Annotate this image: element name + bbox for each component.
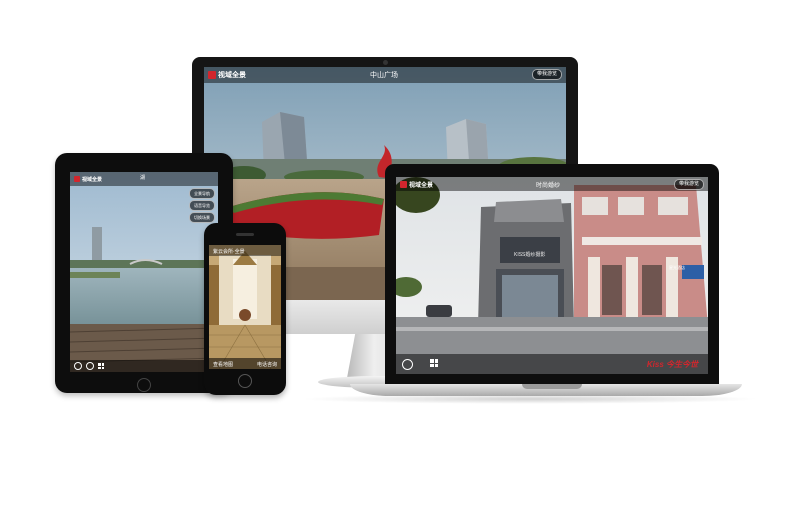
laptop-right-sign: 星光酒店 — [669, 265, 685, 270]
laptop-tour-button[interactable]: 带我游览 — [673, 179, 704, 190]
phone-header-text: 紫云会所·全景 — [213, 249, 245, 255]
monitor-top-bar: 视域全景 中山广场 带我游览 — [204, 67, 566, 83]
monitor-logo: 视域全景 — [208, 70, 246, 80]
home-button-icon[interactable] — [137, 378, 151, 392]
laptop-panorama-scene — [396, 177, 708, 374]
laptop-top-bar: 视域全景 时尚婚纱 带我游览 — [396, 177, 708, 191]
laptop-scene-title: 时尚婚纱 — [536, 183, 561, 189]
tablet-side-button-scene[interactable]: 切换场景 — [189, 212, 215, 223]
logo-text: 视域全景 — [409, 182, 434, 189]
thumbnails-icon[interactable] — [430, 359, 438, 367]
monitor-camera-icon — [383, 60, 388, 65]
tablet-top-bar: 视域全景 湖 — [70, 172, 218, 186]
tablet-panorama-view[interactable]: 视域全景 湖 全景导航 语音导览 切换场景 — [70, 172, 218, 372]
thumbnails-icon[interactable] — [98, 363, 104, 369]
monitor-scene-title: 中山广场 — [370, 72, 398, 79]
tablet-bottom-bar — [70, 360, 218, 372]
phone-call-link[interactable]: 电话咨询 — [257, 361, 277, 368]
home-button-icon[interactable] — [238, 374, 252, 388]
logo-mark-icon — [400, 180, 407, 188]
laptop-logo: 视域全景 — [400, 179, 433, 189]
phone-speaker — [236, 233, 254, 236]
logo-mark-icon — [208, 71, 216, 79]
tablet-scene-title: 湖 — [140, 175, 146, 181]
camera-icon[interactable] — [86, 362, 94, 370]
laptop-notch — [522, 384, 582, 389]
phone-bottom-bar: 查看地图 电话咨询 — [209, 358, 281, 369]
laptop-shop-sign: KISS婚纱摄影 — [514, 252, 546, 258]
laptop-panorama-view[interactable]: KISS婚纱摄影 星光酒店 视域全景 时尚婚纱 带我游览 Kiss 今生今世 — [396, 177, 708, 374]
tablet-side-button-nav[interactable]: 全景导航 — [189, 188, 215, 199]
phone-panorama-scene — [209, 245, 281, 369]
play-icon[interactable] — [74, 362, 82, 370]
logo-text: 视域全景 — [218, 72, 246, 79]
laptop-watermark: Kiss 今生今世 — [646, 360, 698, 369]
phone-panorama-view[interactable]: 紫云会所·全景 查看地图 电话咨询 — [209, 245, 281, 369]
play-icon[interactable] — [402, 359, 413, 370]
monitor-tour-button[interactable]: 带我游览 — [531, 69, 562, 80]
logo-mark-icon — [74, 176, 80, 182]
logo-text: 视域全景 — [82, 176, 103, 183]
phone-top-bar: 紫云会所·全景 — [209, 245, 281, 256]
tablet-side-button-audio[interactable]: 语音导览 — [189, 200, 215, 211]
tablet-logo: 视域全景 — [74, 174, 102, 184]
phone-map-link[interactable]: 查看地图 — [213, 361, 233, 368]
